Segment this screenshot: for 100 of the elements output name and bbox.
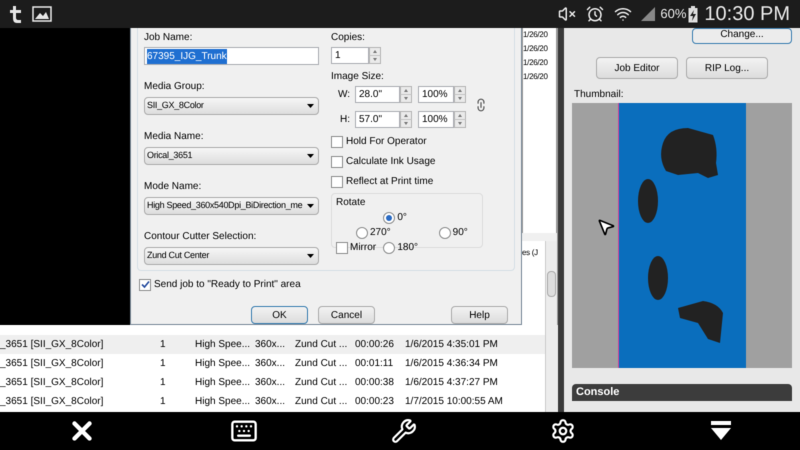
clock-time: 10:30 PM (704, 2, 790, 27)
radio-label: 180° (397, 241, 418, 255)
console-title: Console (576, 385, 620, 400)
spinner-arrows-icon[interactable] (454, 86, 466, 103)
panel-button[interactable]: Job Editor (596, 57, 678, 79)
list-cell-text: 1/26/20 (523, 57, 549, 69)
field-label: Mode Name: (144, 180, 202, 194)
spinner-arrows-icon[interactable] (400, 86, 412, 103)
dropdown[interactable]: Orical_3651 (144, 147, 319, 165)
table-cell-text: 360x... (255, 376, 286, 390)
table-cell-text: 1 (160, 376, 167, 390)
alarm-icon (586, 5, 604, 23)
field-label: Media Group: (144, 80, 206, 94)
list-cell-text: 1/26/20 (523, 71, 549, 83)
field-label: Image Size: (331, 70, 385, 84)
table-cell-text: 1/6/2015 4:37:27 PM (405, 376, 499, 390)
checkbox-label: Hold For Operator (346, 135, 427, 149)
spinner-arrows-icon[interactable] (454, 111, 466, 128)
field-label: Contour Cutter Selection: (144, 230, 258, 244)
dropdown-arrow-icon (307, 104, 314, 108)
table-cell-text: 00:00:23 (355, 395, 395, 409)
size-field[interactable]: 28.0" (355, 86, 400, 103)
table-cell-text: 1/6/2015 4:35:01 PM (405, 338, 499, 352)
checkbox[interactable] (139, 278, 151, 290)
scrollbar[interactable] (545, 325, 558, 412)
dialog-button[interactable]: Cancel (318, 306, 375, 324)
dropdown-arrow-icon (307, 254, 314, 258)
dropdown-arrow-icon (307, 204, 314, 208)
table-cell-text: 1/7/2015 10:00:55 AM (405, 395, 504, 409)
table-cell-text: 1 (160, 395, 167, 409)
group-label: Rotate (336, 196, 366, 210)
field-label: Media Name: (144, 130, 204, 144)
table-cell-text: 360x... (255, 357, 286, 371)
table-cell-text: High Spee... (195, 395, 252, 409)
checkbox-label: Calculate Ink Usage (346, 155, 436, 169)
dropdown[interactable]: High Speed_360x540Dpi_BiDirection_me (144, 197, 319, 215)
dropdown-arrow-icon (307, 154, 314, 158)
table-cell-text: High Spee... (195, 376, 252, 390)
battery-percent: 60% (660, 5, 686, 24)
checkbox[interactable] (336, 242, 348, 254)
radio-label: 0° (397, 211, 407, 225)
radio-button[interactable] (438, 226, 451, 238)
t-icon (10, 6, 22, 22)
battery-icon (688, 6, 698, 22)
mouse-cursor-icon (596, 217, 616, 237)
signal-icon (640, 6, 656, 22)
radio-button[interactable] (383, 242, 396, 254)
dropdown[interactable]: SII_GX_8Color (144, 97, 319, 115)
table-cell-text: _3651 [SII_GX_8Color] (0, 395, 104, 409)
dialog-button[interactable]: Help (451, 306, 508, 324)
image-icon (32, 6, 52, 22)
table-cell-text: 00:00:38 (355, 376, 395, 390)
dropdown[interactable]: Zund Cut Center (144, 247, 319, 265)
field-label: Job Name: (144, 31, 194, 45)
checkbox-label: Mirror (350, 241, 376, 255)
spinner-arrows-icon[interactable] (369, 47, 381, 64)
checkbox[interactable] (331, 176, 343, 188)
checkbox-label: Send job to "Ready to Print" area (154, 278, 301, 292)
field-label: Copies: (331, 31, 366, 45)
table-cell-text: Zund Cut ... (295, 338, 348, 352)
table-cell-text: Zund Cut ... (295, 376, 348, 390)
dropdown-icon[interactable] (709, 421, 734, 441)
column-header: es (J (522, 248, 538, 257)
list-cell-text: 1/26/20 (523, 29, 549, 41)
percent-field[interactable]: 100% (418, 111, 454, 128)
size-field[interactable]: 57.0" (355, 111, 400, 128)
job-name-field[interactable]: 67395_IJG_Trunk (144, 47, 319, 65)
table-cell-text: High Spee... (195, 338, 252, 352)
table-cell-text: _3651 [SII_GX_8Color] (0, 357, 104, 371)
wifi-icon (614, 5, 632, 23)
checkbox[interactable] (331, 136, 343, 148)
radio-button[interactable] (383, 212, 396, 224)
dialog-button[interactable]: OK (251, 306, 308, 324)
table-cell-text: 360x... (255, 395, 286, 409)
radio-button[interactable] (356, 226, 368, 238)
table-cell-text: Zund Cut ... (295, 395, 348, 409)
thumbnail-label: Thumbnail: (574, 88, 624, 102)
table-cell-text: _3651 [SII_GX_8Color] (0, 376, 104, 390)
scrollbar[interactable] (545, 241, 557, 325)
checkbox[interactable] (331, 156, 343, 168)
table-cell-text: 1 (160, 338, 167, 352)
radio-label: 270° (370, 226, 391, 240)
field-label: H: (339, 113, 351, 127)
list-cell-text: 1/26/20 (523, 43, 549, 55)
table-cell-text: Zund Cut ... (295, 357, 348, 371)
checkbox-label: Reflect at Print time (346, 175, 434, 189)
table-cell-text: 1/6/2015 4:36:34 PM (405, 357, 499, 371)
table-cell-text: _3651 [SII_GX_8Color] (0, 338, 104, 352)
copies-field[interactable]: 1 (331, 47, 369, 64)
table-cell-text: 00:00:26 (355, 338, 395, 352)
settings-icon[interactable] (550, 418, 576, 444)
wrench-icon[interactable] (390, 418, 417, 444)
spinner-arrows-icon[interactable] (400, 111, 412, 128)
table-cell-text: 1 (160, 357, 167, 371)
table-cell-text: 00:01:11 (355, 357, 394, 371)
table-cell-text: High Spee... (195, 357, 252, 371)
change-button[interactable]: Change... (692, 28, 792, 44)
panel-button[interactable]: RIP Log... (686, 57, 768, 79)
percent-field[interactable]: 100% (418, 86, 454, 103)
radio-label: 90° (452, 226, 468, 240)
